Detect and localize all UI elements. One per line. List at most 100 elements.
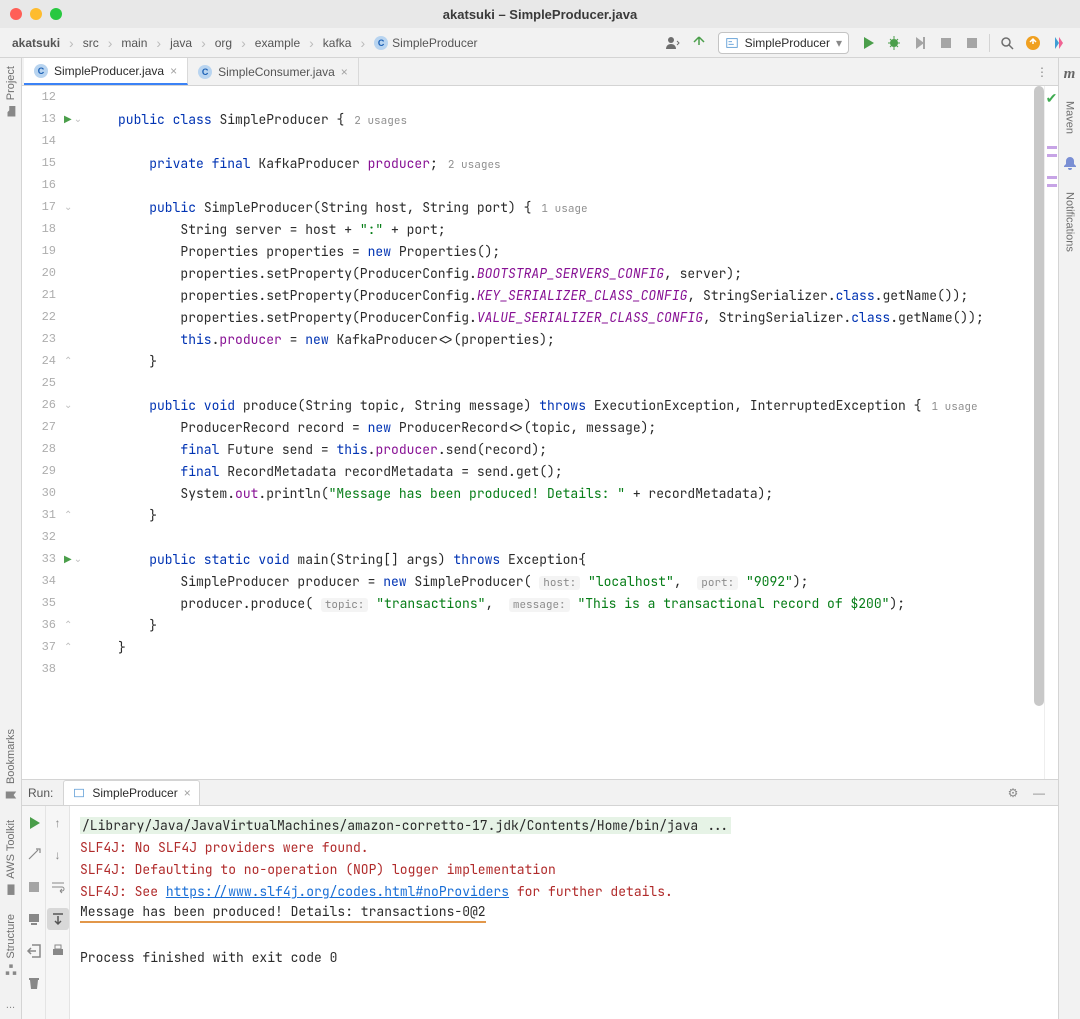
line-number[interactable]: 28 <box>22 442 60 456</box>
crumb-kafka[interactable]: kafka <box>319 34 356 52</box>
fold-icon[interactable]: ⌃ <box>64 620 72 631</box>
code-line[interactable] <box>118 86 1044 108</box>
code-line[interactable]: System.out.println("Message has been pro… <box>118 482 1044 504</box>
run-tab[interactable]: SimpleProducer × <box>63 780 199 805</box>
line-number[interactable]: 12 <box>22 90 60 104</box>
line-number[interactable]: 17 <box>22 200 60 214</box>
run-gutter-icon[interactable]: ▶ <box>64 554 72 565</box>
crumb-org[interactable]: org <box>211 34 236 52</box>
line-number[interactable]: 21 <box>22 288 60 302</box>
structure-toolwindow-button[interactable]: Structure <box>4 914 18 977</box>
run-config-selector[interactable]: SimpleProducer ▾ <box>718 32 849 54</box>
code-line[interactable] <box>118 174 1044 196</box>
profile-button[interactable] <box>935 32 957 54</box>
vertical-scrollbar[interactable] <box>1034 86 1044 779</box>
line-number[interactable]: 37 <box>22 640 60 654</box>
exit-button[interactable] <box>23 940 45 962</box>
crumb-class[interactable]: C SimpleProducer <box>370 34 481 52</box>
code-line[interactable]: private final KafkaProducer producer;2 u… <box>118 152 1044 174</box>
line-number[interactable]: 25 <box>22 376 60 390</box>
line-number[interactable]: 15 <box>22 156 60 170</box>
hide-panel-icon[interactable]: — <box>1028 782 1050 804</box>
code-line[interactable]: } <box>118 504 1044 526</box>
line-number[interactable]: 36 <box>22 618 60 632</box>
code-line[interactable] <box>118 372 1044 394</box>
line-number[interactable]: 13 <box>22 112 60 126</box>
soft-wrap-button[interactable] <box>47 876 69 898</box>
rerun-button[interactable] <box>23 812 45 834</box>
gutter[interactable]: 12 13 ▶ ⌄14 15 16 17 ⌄18 19 20 21 22 23 … <box>22 86 118 779</box>
code-line[interactable]: SimpleProducer producer = new SimpleProd… <box>118 570 1044 592</box>
update-button[interactable] <box>1022 32 1044 54</box>
line-number[interactable]: 33 <box>22 552 60 566</box>
line-number[interactable]: 27 <box>22 420 60 434</box>
ide-services-button[interactable] <box>1048 32 1070 54</box>
line-number[interactable]: 16 <box>22 178 60 192</box>
console-link[interactable]: https://www.slf4j.org/codes.html#noProvi… <box>166 883 509 900</box>
code-line[interactable] <box>118 658 1044 680</box>
project-toolwindow-button[interactable]: Project <box>4 66 18 118</box>
code-line[interactable]: String server = host + ":" + port; <box>118 218 1044 240</box>
code-line[interactable]: properties.setProperty(ProducerConfig.VA… <box>118 306 1044 328</box>
line-number[interactable]: 32 <box>22 530 60 544</box>
tab-simpleconsumer[interactable]: C SimpleConsumer.java × <box>188 58 359 85</box>
line-number[interactable]: 34 <box>22 574 60 588</box>
crumb-project[interactable]: akatsuki <box>8 34 64 52</box>
editor-marker-strip[interactable]: ✔ <box>1044 86 1058 779</box>
more-toolwindows-button[interactable]: ... <box>6 995 15 1019</box>
debug-button[interactable] <box>883 32 905 54</box>
close-icon[interactable]: × <box>170 64 177 78</box>
line-number[interactable]: 18 <box>22 222 60 236</box>
user-button[interactable] <box>662 32 684 54</box>
aws-toolwindow-button[interactable]: AWS Toolkit <box>4 820 18 897</box>
tab-more-button[interactable]: ⋮ <box>1026 58 1058 85</box>
line-number[interactable]: 30 <box>22 486 60 500</box>
notifications-toolwindow-button[interactable]: Notifications <box>1064 192 1076 252</box>
line-number[interactable]: 26 <box>22 398 60 412</box>
code-line[interactable]: } <box>118 350 1044 372</box>
line-number[interactable]: 22 <box>22 310 60 324</box>
line-number[interactable]: 29 <box>22 464 60 478</box>
fold-icon[interactable]: ⌄ <box>74 554 82 565</box>
delete-button[interactable] <box>23 972 45 994</box>
code-line[interactable]: final RecordMetadata recordMetadata = se… <box>118 460 1044 482</box>
code-line[interactable]: public static void main(String[] args) t… <box>118 548 1044 570</box>
line-number[interactable]: 24 <box>22 354 60 368</box>
crumb-main[interactable]: main <box>117 34 151 52</box>
code-line[interactable]: properties.setProperty(ProducerConfig.BO… <box>118 262 1044 284</box>
code-line[interactable]: public SimpleProducer(String host, Strin… <box>118 196 1044 218</box>
fold-icon[interactable]: ⌃ <box>64 642 72 653</box>
fold-icon[interactable]: ⌄ <box>64 400 72 411</box>
search-button[interactable] <box>996 32 1018 54</box>
code-line[interactable]: } <box>118 614 1044 636</box>
code-line[interactable] <box>118 526 1044 548</box>
run-button[interactable] <box>857 32 879 54</box>
stop-run-button[interactable] <box>23 876 45 898</box>
code-line[interactable]: public void produce(String topic, String… <box>118 394 1044 416</box>
dump-threads-button[interactable] <box>23 908 45 930</box>
build-button[interactable] <box>688 32 710 54</box>
run-gutter-icon[interactable]: ▶ <box>64 114 72 125</box>
maven-toolwindow-button[interactable]: Maven <box>1064 101 1076 134</box>
notifications-icon[interactable] <box>1059 152 1080 174</box>
close-icon[interactable]: × <box>341 65 348 79</box>
print-button[interactable] <box>47 940 69 962</box>
code-line[interactable]: public class SimpleProducer {2 usages <box>118 108 1044 130</box>
crumb-java[interactable]: java <box>166 34 196 52</box>
line-number[interactable]: 19 <box>22 244 60 258</box>
fold-icon[interactable]: ⌄ <box>74 114 82 125</box>
code-line[interactable]: Properties properties = new Properties()… <box>118 240 1044 262</box>
bookmarks-toolwindow-button[interactable]: Bookmarks <box>4 729 18 802</box>
crumb-example[interactable]: example <box>251 34 304 52</box>
code-line[interactable] <box>118 130 1044 152</box>
line-number[interactable]: 14 <box>22 134 60 148</box>
down-stack-button[interactable]: ↓ <box>47 844 69 866</box>
tab-simpleproducer[interactable]: C SimpleProducer.java × <box>24 58 188 85</box>
code-line[interactable]: producer.produce( topic: "transactions",… <box>118 592 1044 614</box>
close-icon[interactable]: × <box>184 786 191 800</box>
code-editor[interactable]: 12 13 ▶ ⌄14 15 16 17 ⌄18 19 20 21 22 23 … <box>22 86 1058 779</box>
maven-m-icon[interactable]: m <box>1064 66 1076 83</box>
code-line[interactable]: } <box>118 636 1044 658</box>
line-number[interactable]: 35 <box>22 596 60 610</box>
run-settings-icon[interactable]: ⚙ <box>1002 782 1024 804</box>
